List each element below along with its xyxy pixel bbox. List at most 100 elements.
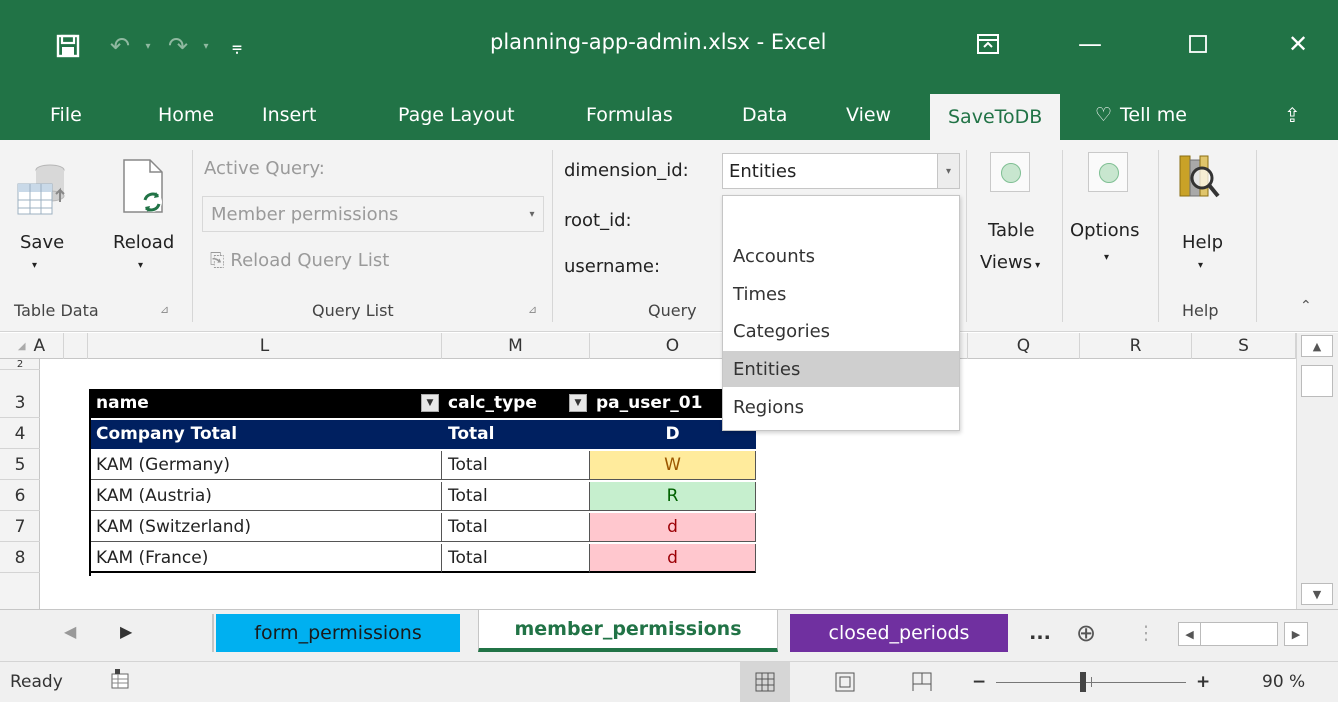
tab-home[interactable]: Home: [158, 90, 214, 140]
filter-dropdown-icon[interactable]: ▼: [569, 394, 587, 412]
table-cell-permission[interactable]: W: [590, 451, 756, 480]
tab-data[interactable]: Data: [742, 90, 787, 140]
scroll-right-icon[interactable]: ▶: [1284, 622, 1308, 646]
zoom-out-icon[interactable]: −: [972, 672, 986, 692]
page-break-view-icon[interactable]: [912, 672, 932, 696]
dimension-id-combo[interactable]: Entities ▾: [722, 153, 960, 189]
zoom-level[interactable]: 90 %: [1262, 672, 1305, 692]
dropdown-item-accounts[interactable]: Accounts: [723, 238, 959, 274]
table-cell-calc-type[interactable]: Total: [442, 482, 590, 511]
column-header-m[interactable]: M: [442, 333, 590, 359]
normal-view-button[interactable]: [740, 662, 790, 702]
save-button[interactable]: Save: [20, 232, 64, 253]
zoom-in-icon[interactable]: +: [1196, 672, 1210, 692]
worksheet-grid[interactable]: name ▼ calc_type ▼ pa_user_01 Company Tota…: [41, 359, 1296, 609]
macro-record-icon[interactable]: [110, 668, 130, 695]
table-cell-name[interactable]: KAM (Switzerland): [90, 513, 442, 542]
dropdown-item-regions[interactable]: Regions: [723, 389, 959, 425]
column-header-l[interactable]: L: [88, 333, 442, 359]
row-header[interactable]: 6: [0, 482, 40, 511]
options-dropdown-icon[interactable]: ▾: [1104, 252, 1109, 263]
table-cell-permission[interactable]: R: [590, 482, 756, 511]
column-header-s[interactable]: S: [1192, 333, 1296, 359]
redo-dropdown-icon[interactable]: ▾: [198, 26, 214, 66]
sheet-tab-member-permissions[interactable]: member_permissions: [478, 610, 778, 652]
zoom-slider-thumb[interactable]: [1080, 672, 1086, 692]
maximize-icon[interactable]: [1168, 24, 1228, 64]
table-cell-calc-type[interactable]: Total: [442, 544, 590, 573]
table-cell-calc-type[interactable]: Total: [442, 451, 590, 480]
add-sheet-icon[interactable]: ⊕: [1066, 614, 1106, 652]
reload-query-list-button[interactable]: ⎘ Reload Query List: [210, 250, 389, 271]
splitter-icon[interactable]: ⋮: [1136, 614, 1156, 652]
table-views-button[interactable]: Table: [988, 220, 1035, 241]
scroll-up-icon[interactable]: ▲: [1301, 335, 1333, 357]
reload-button[interactable]: Reload: [113, 232, 174, 253]
undo-dropdown-icon[interactable]: ▾: [140, 26, 156, 66]
table-cell-calc-type[interactable]: Total: [442, 420, 590, 449]
table-cell-name[interactable]: KAM (Germany): [90, 451, 442, 480]
row-header[interactable]: 3: [0, 389, 40, 418]
save-icon[interactable]: [48, 26, 88, 66]
tab-tell-me[interactable]: ♡ Tell me: [1095, 90, 1187, 140]
column-header-hidden[interactable]: [64, 333, 88, 359]
column-header-r[interactable]: R: [1080, 333, 1192, 359]
next-sheet-icon[interactable]: ▶: [120, 622, 132, 641]
table-cell-name[interactable]: Company Total: [90, 420, 442, 449]
table-cell-calc-type[interactable]: Total: [442, 513, 590, 542]
table-cell-permission[interactable]: d: [590, 513, 756, 542]
tab-formulas[interactable]: Formulas: [586, 90, 673, 140]
dropdown-item-entities[interactable]: Entities: [723, 351, 959, 387]
dropdown-item-categories[interactable]: Categories: [723, 313, 959, 349]
customize-icon[interactable]: ⩦: [222, 26, 252, 66]
help-button[interactable]: Help: [1182, 232, 1223, 253]
save-dropdown-icon[interactable]: ▾: [32, 260, 37, 271]
chevron-down-icon[interactable]: ▾: [937, 154, 959, 188]
table-header-name[interactable]: name ▼: [90, 389, 442, 418]
options-button[interactable]: Options: [1070, 220, 1139, 241]
table-cell-name[interactable]: KAM (France): [90, 544, 442, 573]
row-header[interactable]: 7: [0, 513, 40, 542]
dropdown-item-blank[interactable]: [723, 200, 959, 236]
help-dropdown-icon[interactable]: ▾: [1198, 260, 1203, 271]
table-header-calc-type[interactable]: calc_type ▼: [442, 389, 590, 418]
minimize-icon[interactable]: —: [1060, 24, 1120, 64]
row-header[interactable]: 2: [0, 359, 40, 370]
row-header[interactable]: 8: [0, 544, 40, 573]
tab-page-layout[interactable]: Page Layout: [398, 90, 515, 140]
table-cell-permission[interactable]: d: [590, 544, 756, 573]
share-icon[interactable]: ⇪: [1284, 90, 1301, 140]
row-header[interactable]: 5: [0, 451, 40, 480]
chevron-down-icon[interactable]: ▾: [521, 197, 543, 231]
sheet-tab-closed-periods[interactable]: closed_periods: [790, 614, 1008, 652]
tab-insert[interactable]: Insert: [262, 90, 317, 140]
filter-dropdown-icon[interactable]: ▼: [421, 394, 439, 412]
close-icon[interactable]: ✕: [1268, 24, 1328, 64]
reload-dropdown-icon[interactable]: ▾: [138, 260, 143, 271]
sheet-tab-form-permissions[interactable]: form_permissions: [216, 614, 460, 652]
collapse-ribbon-icon[interactable]: ⌃: [1300, 298, 1312, 314]
ribbon-display-icon[interactable]: [958, 24, 1018, 64]
table-cell-name[interactable]: KAM (Austria): [90, 482, 442, 511]
undo-icon[interactable]: ↶: [100, 26, 140, 66]
vertical-scrollbar[interactable]: ▲ ▼: [1296, 333, 1338, 609]
tab-view[interactable]: View: [846, 90, 891, 140]
row-header[interactable]: 4: [0, 420, 40, 449]
tab-file[interactable]: File: [50, 90, 82, 140]
tab-savetodb[interactable]: SaveToDB: [930, 94, 1061, 140]
scroll-thumb[interactable]: [1301, 365, 1333, 397]
column-header-q[interactable]: Q: [968, 333, 1080, 359]
select-all-corner[interactable]: ◢ A: [0, 333, 64, 359]
scroll-left-icon[interactable]: ◀: [1179, 623, 1201, 645]
query-list-launcher-icon[interactable]: ⊿: [528, 303, 537, 316]
page-layout-view-icon[interactable]: [835, 672, 855, 696]
horizontal-scrollbar[interactable]: ◀: [1178, 622, 1278, 646]
table-data-launcher-icon[interactable]: ⊿: [160, 303, 169, 316]
table-views-line2[interactable]: Views ▾: [980, 252, 1040, 273]
more-sheets-button[interactable]: ...: [1020, 614, 1060, 652]
redo-icon[interactable]: ↷: [158, 26, 198, 66]
scroll-down-icon[interactable]: ▼: [1301, 583, 1333, 605]
prev-sheet-icon[interactable]: ◀: [64, 622, 76, 641]
active-query-combo[interactable]: Member permissions ▾: [202, 196, 544, 232]
dropdown-item-times[interactable]: Times: [723, 276, 959, 312]
